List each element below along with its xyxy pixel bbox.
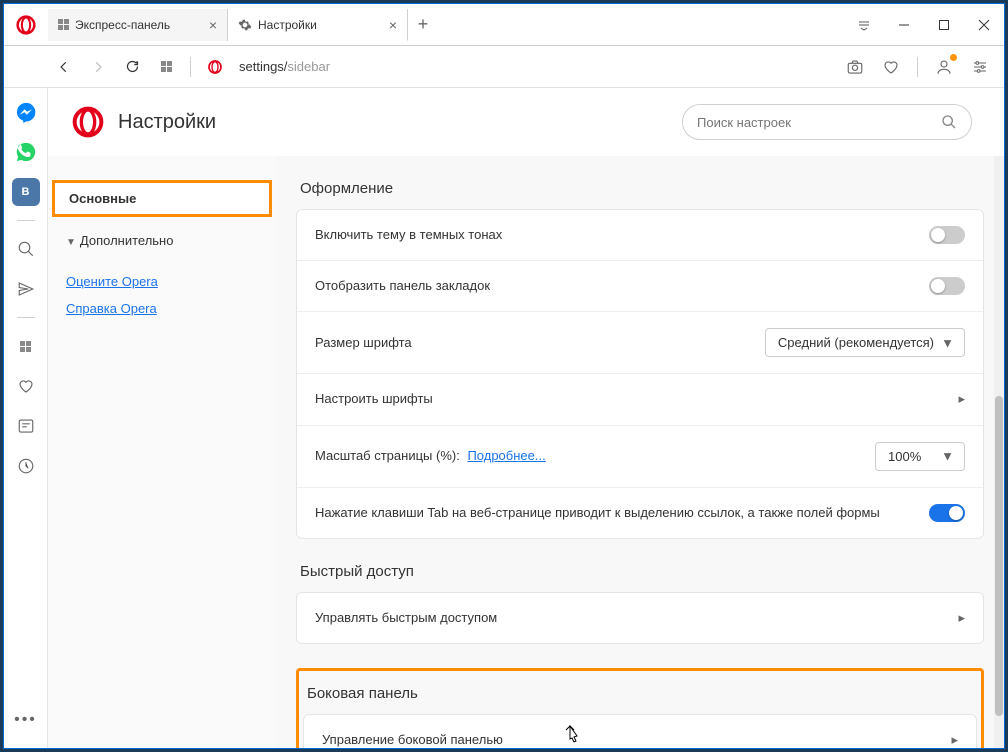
chevron-right-icon: ▸ <box>958 391 965 407</box>
tab-highlight-toggle[interactable] <box>929 504 965 522</box>
zoom-more-link[interactable]: Подробнее... <box>467 448 545 463</box>
address-bar: settings/sidebar <box>4 46 1004 88</box>
speed-dial-button[interactable] <box>156 57 176 77</box>
sidebar-more-icon[interactable]: ••• <box>12 706 40 734</box>
back-button[interactable] <box>54 57 74 77</box>
site-info-icon[interactable] <box>205 57 225 77</box>
reload-button[interactable] <box>122 57 142 77</box>
easy-setup-button[interactable] <box>970 57 990 77</box>
row-tab-highlight: Нажатие клавиши Tab на веб-странице прив… <box>297 488 983 538</box>
tab-label: Настройки <box>258 18 317 32</box>
tab-label: Экспресс-панель <box>75 18 170 32</box>
tab-settings[interactable]: Настройки × <box>228 9 408 41</box>
tabs-menu-button[interactable] <box>844 9 884 41</box>
flow-icon[interactable] <box>12 275 40 303</box>
nav-rate-link[interactable]: Оцените Opera <box>66 274 258 289</box>
caret-icon: ▼ <box>66 237 76 248</box>
close-tab-icon[interactable]: × <box>209 17 217 33</box>
speed-dial-icon <box>58 19 69 30</box>
sidebar-rail: B ••• <box>4 88 48 748</box>
search-input[interactable] <box>697 115 933 130</box>
news-sidebar-icon[interactable] <box>12 412 40 440</box>
chevron-down-icon: ▼ <box>941 449 954 464</box>
search-sidebar-icon[interactable] <box>12 235 40 263</box>
whatsapp-icon[interactable] <box>12 138 40 166</box>
sidebar-card: Управление боковой панелью ▸ <box>303 714 977 748</box>
vk-icon[interactable]: B <box>12 178 40 206</box>
row-customize-fonts[interactable]: Настроить шрифты ▸ <box>297 374 983 425</box>
row-zoom: Масштаб страницы (%): Подробнее... 100%▼ <box>297 426 983 488</box>
settings-nav: Основные ▼Дополнительно Оцените Opera Сп… <box>48 156 276 748</box>
row-manage-quick-access[interactable]: Управлять быстрым доступом ▸ <box>297 593 983 643</box>
gear-icon <box>238 18 252 32</box>
maximize-button[interactable] <box>924 9 964 41</box>
dark-theme-toggle[interactable] <box>929 226 965 244</box>
font-size-select[interactable]: Средний (рекомендуется)▼ <box>765 328 965 357</box>
sidebar-section-highlight: Боковая панель Управление боковой панель… <box>296 668 984 748</box>
chevron-down-icon: ▼ <box>941 335 954 350</box>
close-tab-icon[interactable]: × <box>389 17 397 33</box>
new-tab-button[interactable]: + <box>408 14 438 35</box>
section-sidebar-title: Боковая панель <box>307 685 973 702</box>
nav-advanced[interactable]: ▼Дополнительно <box>48 223 276 258</box>
nav-basic[interactable]: Основные <box>52 180 272 217</box>
bookmarks-bar-toggle[interactable] <box>929 277 965 295</box>
bookmarks-sidebar-icon[interactable] <box>12 372 40 400</box>
row-manage-sidebar[interactable]: Управление боковой панелью ▸ <box>304 715 976 748</box>
snapshot-button[interactable] <box>845 57 865 77</box>
close-window-button[interactable] <box>964 9 1004 41</box>
opera-menu-button[interactable] <box>4 4 48 46</box>
tab-speed-dial[interactable]: Экспресс-панель × <box>48 9 228 41</box>
zoom-select[interactable]: 100%▼ <box>875 442 965 471</box>
messenger-icon[interactable] <box>12 98 40 126</box>
settings-main: Оформление Включить тему в темных тонах … <box>276 156 1004 748</box>
history-sidebar-icon[interactable] <box>12 452 40 480</box>
page-title: Настройки <box>118 111 216 134</box>
row-font-size: Размер шрифта Средний (рекомендуется)▼ <box>297 312 983 374</box>
chevron-right-icon: ▸ <box>951 732 958 748</box>
quick-access-card: Управлять быстрым доступом ▸ <box>296 592 984 644</box>
settings-header: Настройки <box>48 88 1004 156</box>
appearance-card: Включить тему в темных тонах Отобразить … <box>296 209 984 539</box>
opera-logo-icon <box>72 106 104 138</box>
tab-bar: Экспресс-панель × Настройки × + <box>4 4 1004 46</box>
heart-button[interactable] <box>881 57 901 77</box>
row-dark-theme: Включить тему в темных тонах <box>297 210 983 261</box>
forward-button[interactable] <box>88 57 108 77</box>
settings-search[interactable] <box>682 104 972 140</box>
url-display[interactable]: settings/sidebar <box>239 59 330 74</box>
profile-button[interactable] <box>934 57 954 77</box>
section-quick-access-title: Быстрый доступ <box>300 563 980 580</box>
speed-dial-sidebar-icon[interactable] <box>12 332 40 360</box>
nav-help-link[interactable]: Справка Opera <box>66 301 258 316</box>
section-appearance-title: Оформление <box>300 180 980 197</box>
row-bookmarks-bar: Отобразить панель закладок <box>297 261 983 312</box>
minimize-button[interactable] <box>884 9 924 41</box>
scrollbar[interactable] <box>994 156 1004 748</box>
chevron-right-icon: ▸ <box>958 610 965 626</box>
search-icon <box>941 114 957 130</box>
